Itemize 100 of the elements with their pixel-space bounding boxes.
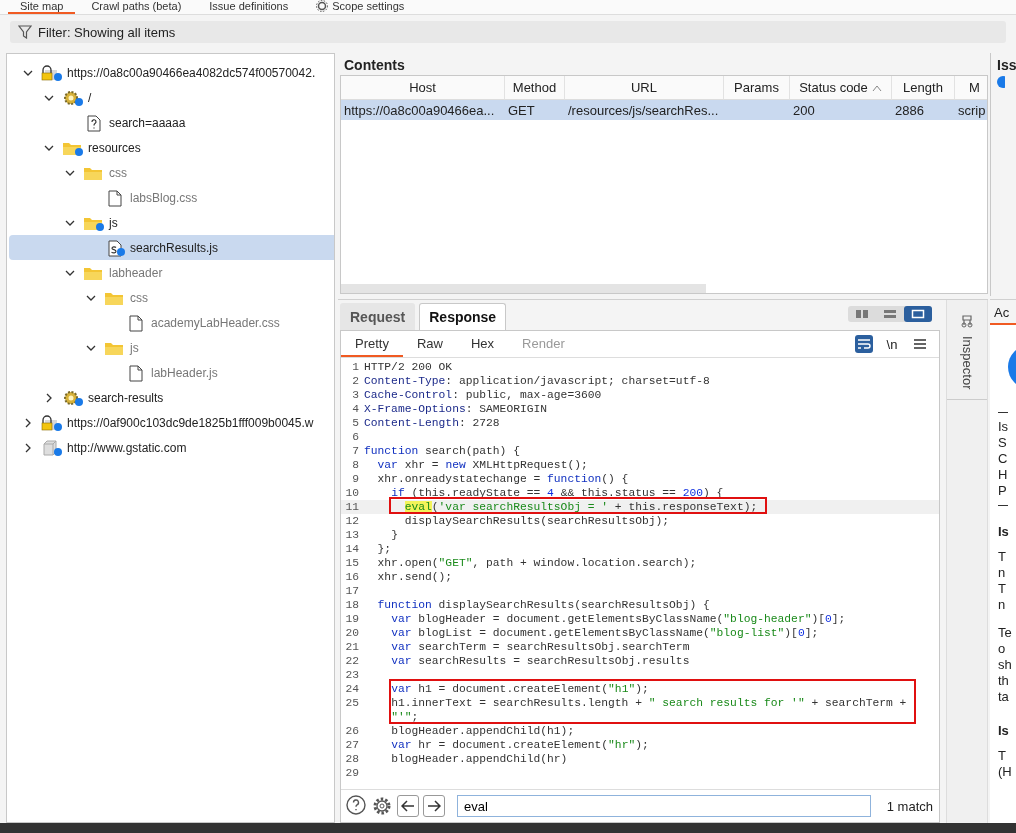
tab[interactable]: Hex bbox=[457, 331, 509, 357]
column-header[interactable]: Host bbox=[341, 76, 505, 100]
tree-item[interactable]: academyLabHeader.css bbox=[7, 310, 334, 335]
arrow-left-icon bbox=[401, 800, 415, 812]
tab[interactable]: Issue definitions bbox=[197, 0, 301, 14]
section-heading: Is bbox=[998, 524, 1010, 539]
layout-toggle[interactable] bbox=[904, 306, 932, 322]
line-number: 23 bbox=[344, 668, 360, 682]
table-cell-text: scrip bbox=[957, 101, 987, 120]
code-line: h1.innerText = searchResults.length + " search results for '" + searchTerm + bbox=[390, 696, 907, 710]
tree-item[interactable]: css bbox=[7, 285, 334, 310]
tree-item[interactable]: https://0af900c103dc9de1825b1fff009b0045.w bbox=[7, 410, 334, 435]
detail-text: H bbox=[998, 467, 1009, 483]
tab[interactable]: Pretty bbox=[341, 331, 403, 357]
code-line: function search(path) { bbox=[364, 444, 520, 458]
column-header[interactable]: Length bbox=[892, 76, 955, 100]
line-number: 21 bbox=[344, 640, 360, 654]
line-number: 24 bbox=[344, 682, 360, 696]
line-number: 9 bbox=[351, 472, 360, 486]
paragraph-text: th bbox=[998, 673, 1010, 689]
column-header[interactable]: M bbox=[955, 76, 987, 100]
wrap-toggle[interactable] bbox=[855, 335, 873, 353]
line-number: 15 bbox=[344, 556, 360, 570]
code-line: }; bbox=[376, 542, 392, 556]
inspector-icon bbox=[960, 314, 974, 328]
table-row[interactable]: https://0a8c00a90466ea... GET /resources/js/searchRes... 200 2886 scrip bbox=[341, 100, 987, 120]
detail-text: P bbox=[998, 483, 1008, 499]
paragraph-text: T bbox=[998, 748, 1007, 764]
code-line: var blogList = document.getElementsByClassName("blog-list")[0]; bbox=[390, 626, 819, 640]
line-number: 11 bbox=[344, 500, 360, 514]
search-match: eval bbox=[404, 501, 432, 513]
newline-toggle[interactable]: \n bbox=[883, 335, 901, 353]
table-cell-text: 2886 bbox=[894, 101, 925, 120]
tree-item[interactable]: js bbox=[7, 335, 334, 360]
line-number: 7 bbox=[351, 444, 360, 458]
table-cell-text: https://0a8c00a90466ea... bbox=[343, 101, 496, 120]
line-number: 6 bbox=[351, 430, 360, 444]
tab[interactable]: Scope settings bbox=[304, 0, 417, 14]
code-line: Content-Length: 2728 bbox=[364, 416, 500, 430]
tree-item[interactable]: search=aaaaa bbox=[7, 110, 334, 135]
line-number: 22 bbox=[344, 654, 360, 668]
code-line: var h1 = document.createElement("h1"); bbox=[390, 682, 649, 696]
tree-item[interactable]: search-results bbox=[7, 385, 334, 410]
column-header[interactable]: Status code bbox=[790, 76, 892, 100]
code-line: var searchTerm = searchResultsObj.searchTerm bbox=[390, 640, 690, 654]
line-number: 8 bbox=[351, 458, 360, 472]
tab[interactable]: Site map bbox=[8, 0, 76, 14]
code-line: function displaySearchResults(searchResultsObj) { bbox=[376, 598, 710, 612]
settings-icon bbox=[371, 795, 393, 817]
tab[interactable]: Raw bbox=[402, 331, 457, 357]
line-number: 16 bbox=[344, 570, 360, 584]
tree-item[interactable]: labHeader.js bbox=[7, 360, 334, 385]
previous-button[interactable] bbox=[397, 795, 419, 817]
line-number: 27 bbox=[344, 738, 360, 752]
table-cell-text: GET bbox=[507, 101, 536, 120]
line-number: 5 bbox=[351, 416, 360, 430]
next-button[interactable] bbox=[423, 795, 445, 817]
code-line: blogHeader.appendChild(h1); bbox=[390, 724, 575, 738]
code-line: var searchResults = searchResultsObj.results bbox=[390, 654, 690, 668]
help-icon bbox=[345, 793, 367, 816]
line-number: 3 bbox=[351, 388, 360, 402]
arrow-right-icon bbox=[427, 800, 441, 812]
tab[interactable]: Request bbox=[340, 303, 416, 330]
code-line: blogHeader.appendChild(hr) bbox=[390, 752, 568, 766]
column-header[interactable]: Method bbox=[505, 76, 565, 100]
tab[interactable]: Crawl paths (beta) bbox=[79, 0, 194, 14]
tree-item[interactable]: https://0a8c00a90466ea4082dc574f00570042. bbox=[7, 60, 334, 85]
scrollbar[interactable] bbox=[341, 284, 706, 293]
line-number: 13 bbox=[344, 528, 360, 542]
line-number: 2 bbox=[351, 374, 360, 388]
tree-item[interactable]: / bbox=[7, 85, 334, 110]
code-line: HTTP/2 200 OK bbox=[364, 360, 453, 374]
line-number: 28 bbox=[344, 752, 360, 766]
table-cell-text: 200 bbox=[792, 101, 816, 120]
code-line: var xhr = new XMLHttpRequest(); bbox=[376, 458, 588, 472]
column-header[interactable]: Params bbox=[724, 76, 790, 100]
wrap-icon bbox=[857, 338, 871, 350]
tree-item[interactable]: http://www.gstatic.com bbox=[7, 435, 334, 460]
tree-item[interactable]: searchResults.js bbox=[9, 235, 334, 260]
line-number: 29 bbox=[344, 766, 360, 780]
code-line: Cache-Control: public, max-age=3600 bbox=[364, 388, 602, 402]
column-header[interactable]: URL bbox=[565, 76, 724, 100]
tree-item[interactable]: js bbox=[7, 210, 334, 235]
tree-item[interactable]: labheader bbox=[7, 260, 334, 285]
search-field[interactable]: eval bbox=[457, 795, 871, 817]
filter-icon bbox=[18, 25, 32, 39]
tab[interactable]: Response bbox=[419, 303, 507, 330]
paragraph-text: ta bbox=[998, 689, 1010, 705]
code-line: var hr = document.createElement("hr"); bbox=[390, 738, 649, 752]
code-line: X-Frame-Options: SAMEORIGIN bbox=[364, 402, 548, 416]
code-line: Content-Type: application/javascript; charset=utf-8 bbox=[364, 374, 710, 388]
paragraph-text: o bbox=[998, 641, 1007, 657]
tree-item[interactable]: css bbox=[7, 160, 334, 185]
paragraph-text: T bbox=[998, 581, 1007, 597]
panel-icon bbox=[911, 309, 925, 319]
table-cell-text: /resources/js/searchRes... bbox=[567, 101, 720, 120]
tree-item[interactable]: resources bbox=[7, 135, 334, 160]
paragraph-text: n bbox=[998, 597, 1007, 613]
tree-item[interactable]: labsBlog.css bbox=[7, 185, 334, 210]
filter-bar[interactable]: Filter: Showing all items bbox=[10, 21, 1006, 43]
